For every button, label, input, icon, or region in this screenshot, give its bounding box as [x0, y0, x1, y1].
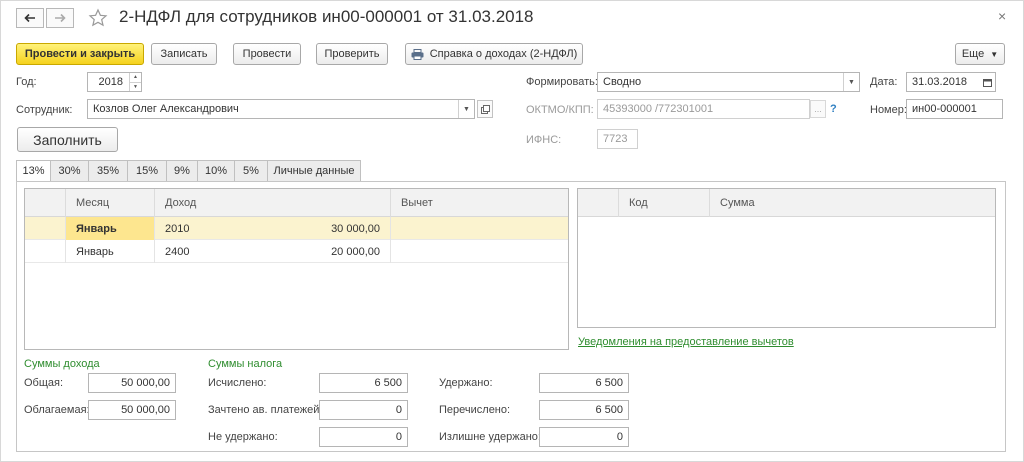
- column-header-income[interactable]: Доход: [154, 189, 390, 217]
- tab-30[interactable]: 30%: [51, 160, 89, 182]
- income-certificate-button[interactable]: Справка о доходах (2-НДФЛ): [405, 43, 583, 65]
- number-field[interactable]: ин00-000001: [906, 99, 1003, 119]
- not-withheld-field[interactable]: 0: [319, 427, 408, 447]
- generate-label: Формировать:: [526, 76, 598, 88]
- oktmo-label: ОКТМО/КПП:: [526, 104, 594, 116]
- stepper-up-icon[interactable]: ▲: [130, 73, 141, 82]
- tab-13[interactable]: 13%: [16, 160, 51, 182]
- open-link-icon[interactable]: [477, 100, 493, 118]
- stepper-down-icon[interactable]: ▼: [130, 81, 141, 92]
- chevron-down-icon: ▼: [990, 49, 999, 59]
- row-marker: [25, 240, 65, 263]
- tab-10[interactable]: 10%: [198, 160, 235, 182]
- year-stepper[interactable]: ▲ ▼: [129, 73, 141, 91]
- help-icon[interactable]: ?: [830, 103, 837, 115]
- excess-withheld-label: Излишне удержано:: [439, 431, 541, 443]
- generate-select[interactable]: Сводно ▼: [597, 72, 860, 92]
- month-cell[interactable]: Январь: [65, 240, 154, 263]
- income-certificate-label: Справка о доходах (2-НДФЛ): [429, 48, 578, 60]
- post-and-close-button[interactable]: Провести и закрыть: [16, 43, 144, 65]
- forward-button[interactable]: [46, 8, 74, 28]
- post-button[interactable]: Провести: [233, 43, 301, 65]
- income-amount-cell[interactable]: 20 000,00: [250, 240, 390, 263]
- not-withheld-label: Не удержано:: [208, 431, 278, 443]
- ifns-label: ИФНС:: [526, 134, 562, 146]
- tab-35[interactable]: 35%: [89, 160, 128, 182]
- tab-personal-data[interactable]: Личные данные: [268, 160, 361, 182]
- deduction-table[interactable]: Код Сумма: [577, 188, 996, 328]
- date-value: 31.03.2018: [912, 76, 968, 88]
- year-value: 2018: [98, 76, 123, 88]
- income-table[interactable]: Месяц Доход Вычет Январь 2010 30 000,00 …: [24, 188, 569, 350]
- column-header-sum[interactable]: Сумма: [709, 189, 995, 217]
- calculated-tax-label: Исчислено:: [208, 377, 267, 389]
- date-label: Дата:: [870, 76, 898, 88]
- arrow-left-icon: [24, 13, 35, 23]
- month-cell[interactable]: Январь: [65, 217, 154, 240]
- printer-icon: [411, 48, 424, 60]
- income-amount-cell[interactable]: 30 000,00: [250, 217, 390, 240]
- date-field[interactable]: 31.03.2018: [906, 72, 996, 92]
- column-header-code[interactable]: Код: [618, 189, 709, 217]
- tab-5[interactable]: 5%: [235, 160, 268, 182]
- advance-payments-label: Зачтено ав. платежей:: [208, 404, 323, 416]
- income-code-cell[interactable]: 2010: [154, 217, 250, 240]
- rate-tabs: 13% 30% 35% 15% 9% 10% 5% Личные данные: [16, 160, 361, 182]
- more-button[interactable]: Еще ▼: [955, 43, 1005, 65]
- row-marker-header: [578, 189, 618, 217]
- excess-withheld-field[interactable]: 0: [539, 427, 629, 447]
- row-marker-header: [25, 189, 65, 217]
- employee-label: Сотрудник:: [16, 104, 73, 116]
- deduction-table-header: Код Сумма: [578, 189, 995, 217]
- taxable-income-label: Облагаемая:: [24, 404, 90, 416]
- calendar-icon[interactable]: [979, 73, 995, 91]
- more-label: Еще: [961, 48, 985, 60]
- ifns-field[interactable]: 7723: [597, 129, 638, 149]
- star-icon[interactable]: [88, 8, 108, 28]
- column-header-month[interactable]: Месяц: [65, 189, 154, 217]
- close-icon[interactable]: ×: [998, 8, 1006, 24]
- employee-value: Козлов Олег Александрович: [93, 103, 239, 115]
- advance-payments-field[interactable]: 0: [319, 400, 408, 420]
- back-button[interactable]: [16, 8, 44, 28]
- arrow-right-icon: [55, 13, 66, 23]
- income-table-header: Месяц Доход Вычет: [25, 189, 568, 217]
- transferred-field[interactable]: 6 500: [539, 400, 629, 420]
- table-row[interactable]: Январь 2010 30 000,00: [25, 217, 568, 240]
- chevron-down-icon[interactable]: ▼: [458, 100, 474, 118]
- employee-select[interactable]: Козлов Олег Александрович ▼: [87, 99, 475, 119]
- tab-15[interactable]: 15%: [128, 160, 167, 182]
- chevron-down-icon[interactable]: ▼: [843, 73, 859, 91]
- transferred-label: Перечислено:: [439, 404, 511, 416]
- income-sums-heading: Суммы дохода: [24, 358, 100, 370]
- deduction-notices-link[interactable]: Уведомления на предоставление вычетов: [578, 336, 794, 348]
- fill-button[interactable]: Заполнить: [17, 127, 118, 152]
- income-code-cell[interactable]: 2400: [154, 240, 250, 263]
- year-label: Год:: [16, 76, 37, 88]
- check-button[interactable]: Проверить: [316, 43, 388, 65]
- save-button[interactable]: Записать: [151, 43, 217, 65]
- tab-9[interactable]: 9%: [167, 160, 198, 182]
- taxable-income-field[interactable]: 50 000,00: [88, 400, 176, 420]
- generate-value: Сводно: [603, 76, 642, 88]
- page-title: 2-НДФЛ для сотрудников ин00-000001 от 31…: [119, 7, 534, 26]
- withheld-label: Удержано:: [439, 377, 493, 389]
- calculated-tax-field[interactable]: 6 500: [319, 373, 408, 393]
- row-marker: [25, 217, 65, 240]
- table-row[interactable]: Январь 2400 20 000,00: [25, 240, 568, 263]
- column-header-deduction[interactable]: Вычет: [390, 189, 568, 217]
- tax-sums-heading: Суммы налога: [208, 358, 283, 370]
- number-label: Номер:: [870, 104, 907, 116]
- deduction-cell[interactable]: [390, 240, 568, 263]
- oktmo-select-button[interactable]: ...: [810, 100, 826, 118]
- total-income-label: Общая:: [24, 377, 64, 389]
- total-income-field[interactable]: 50 000,00: [88, 373, 176, 393]
- oktmo-field[interactable]: 45393000 /772301001: [597, 99, 810, 119]
- deduction-cell[interactable]: [390, 217, 568, 240]
- year-field[interactable]: 2018 ▲ ▼: [87, 72, 142, 92]
- withheld-field[interactable]: 6 500: [539, 373, 629, 393]
